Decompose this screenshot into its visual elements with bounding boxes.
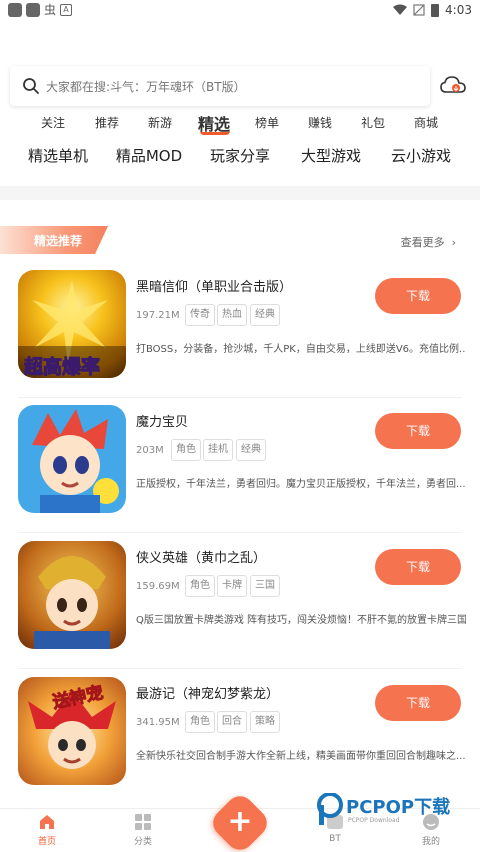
bottom-nav-category[interactable]: 分类 (113, 813, 173, 847)
game-description: 正版授权，千年法兰，勇者回归。魔力宝贝正版授权，千年法兰，勇者回... (136, 479, 466, 490)
game-tag: 经典 (250, 304, 280, 326)
see-more-label: 查看更多 (400, 236, 445, 249)
watermark: PCPOP下载 PCPOP Download (316, 793, 466, 833)
game-tag: 三国 (250, 575, 280, 597)
search-placeholder: 大家都在搜:斗气：万年魂环（BT版） (46, 79, 246, 94)
tab-gifts[interactable]: 礼包 (361, 114, 385, 131)
game-tag: 角色 (171, 439, 201, 461)
home-icon (40, 815, 54, 829)
game-icon: 超高爆率 (18, 270, 126, 378)
status-right: 4:03 (393, 3, 472, 17)
chevron-right-icon: › (448, 236, 456, 249)
subtab-single-player[interactable]: 精选单机 (28, 145, 88, 166)
bottom-nav-home[interactable]: 首页 (17, 813, 77, 847)
game-size: 203M (136, 445, 164, 456)
grid-icon (135, 814, 151, 830)
download-button[interactable]: 下载 (375, 413, 461, 449)
game-icon (18, 405, 126, 513)
bug-icon: 虫 (44, 3, 57, 17)
no-signal-icon (413, 4, 425, 16)
download-button[interactable]: 下载 (375, 278, 461, 314)
battery-icon (431, 3, 440, 17)
sub-tabs: 精选单机 精品MOD 玩家分享 大型游戏 云小游戏 (0, 145, 480, 169)
game-description: 全新快乐社交回合制手游大作全新上线，精美画面带你重回回合制趣味之... (136, 751, 466, 762)
game-tag: 回合 (217, 711, 247, 733)
game-tag: 传奇 (185, 304, 215, 326)
game-size: 341.95M (136, 717, 180, 728)
game-tag: 热血 (217, 304, 247, 326)
game-description: 打BOSS，分装备，抢沙城，千人PK，自由交易，上线即送V6。充值比例... (136, 344, 466, 355)
subtab-large-games[interactable]: 大型游戏 (301, 145, 361, 166)
game-tag: 经典 (236, 439, 266, 461)
active-tab-indicator (200, 131, 230, 135)
bottom-nav-label: BT (329, 834, 341, 844)
game-tag: 挂机 (203, 439, 233, 461)
cloud-download-icon[interactable] (440, 75, 466, 97)
game-name: 黑暗信仰（单职业合击版） (136, 280, 293, 295)
game-name: 最游记（神宠幻梦紫龙） (136, 687, 280, 702)
game-icon: 送神宠 (18, 677, 126, 785)
game-icon (18, 541, 126, 649)
subtab-cloud-mini-games[interactable]: 云小游戏 (391, 145, 451, 166)
game-tag: 卡牌 (217, 575, 247, 597)
search-icon (23, 78, 39, 94)
search-box[interactable]: 大家都在搜:斗气：万年魂环（BT版） (10, 66, 430, 106)
game-size: 197.21M (136, 310, 180, 321)
watermark-subtext: PCPOP Download (348, 817, 400, 824)
download-button[interactable]: 下载 (375, 549, 461, 585)
bottom-nav-label: 首页 (37, 837, 56, 847)
status-left: 虫 A (8, 3, 73, 17)
game-description: Q版三国放置卡牌类游戏 阵有技巧，闯关没烦恼！不肝不氪的放置卡牌三国... (136, 615, 466, 626)
status-time: 4:03 (445, 3, 472, 17)
see-more-link[interactable]: 查看更多 › (401, 234, 456, 250)
tab-store[interactable]: 商城 (414, 114, 438, 131)
tab-follow[interactable]: 关注 (41, 114, 65, 131)
subtab-mod[interactable]: 精品MOD (116, 145, 182, 166)
divider (0, 186, 480, 200)
pcpop-logo-icon (317, 793, 343, 825)
game-list-item[interactable]: 侠义英雄（黄巾之乱） 159.69M 角色 卡牌 三国 Q版三国放置卡牌类游戏 … (0, 533, 480, 669)
game-list-item[interactable]: 超高爆率 黑暗信仰（单职业合击版） 197.21M 传奇 热血 经典 打BOSS… (0, 262, 480, 398)
subtab-player-share[interactable]: 玩家分享 (210, 145, 270, 166)
game-list-item[interactable]: 魔力宝贝 203M 角色 挂机 经典 正版授权，千年法兰，勇者回归。魔力宝贝正版… (0, 397, 480, 533)
app-notification-icon: A (60, 4, 73, 16)
plus-icon: + (227, 804, 253, 839)
game-size: 159.69M (136, 581, 180, 592)
game-name: 侠义英雄（黄巾之乱） (136, 551, 267, 566)
tab-recommend[interactable]: 推荐 (95, 114, 119, 131)
tab-new-games[interactable]: 新游 (148, 114, 172, 131)
status-bar: 虫 A 4:03 (0, 0, 480, 22)
notification-icon (26, 3, 40, 17)
notification-icon (8, 3, 22, 17)
game-name: 魔力宝贝 (136, 415, 189, 430)
game-tag: 策略 (250, 711, 280, 733)
tab-earn[interactable]: 赚钱 (308, 114, 332, 131)
game-icon-caption: 超高爆率 (23, 356, 101, 379)
game-artwork-icon (34, 556, 110, 649)
bottom-nav-label: 我的 (421, 837, 440, 847)
nav-tabs: 关注 推荐 新游 精选 榜单 赚钱 礼包 商城 (0, 114, 480, 140)
section-title: 精选推荐 (34, 234, 83, 248)
game-list-item[interactable]: 送神宠 最游记（神宠幻梦紫龙） 341.95M 角色 回合 策略 全新快乐社交回… (0, 669, 480, 805)
tab-ranking[interactable]: 榜单 (255, 114, 279, 131)
watermark-text: PCPOP下载 (346, 797, 451, 818)
wifi-icon (393, 4, 408, 15)
download-button[interactable]: 下载 (375, 685, 461, 721)
game-tag: 角色 (185, 711, 215, 733)
bottom-nav-label: 分类 (133, 837, 152, 847)
game-tag: 角色 (185, 575, 215, 597)
game-artwork-icon (32, 409, 119, 513)
